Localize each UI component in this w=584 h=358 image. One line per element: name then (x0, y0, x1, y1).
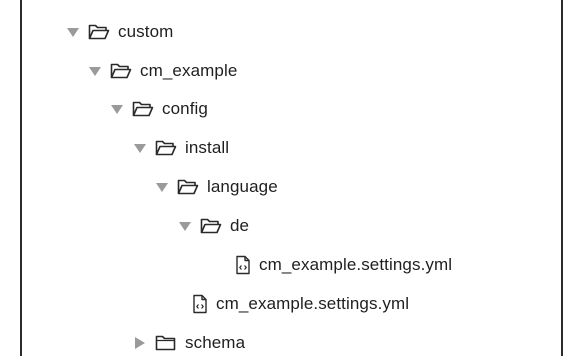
tree-item-label: install (185, 138, 230, 157)
tree-item-label: cm_example.settings.yml (259, 255, 453, 274)
disclosure-down-icon[interactable] (110, 102, 124, 116)
code-file-icon (235, 255, 251, 275)
folder-open-icon (88, 23, 110, 41)
tree-item-label: de (230, 216, 250, 235)
folder-open-icon (110, 62, 132, 80)
tree-item-config[interactable]: config (110, 94, 208, 124)
tree-item-label: custom (118, 22, 174, 41)
tree-item-cm-example[interactable]: cm_example (88, 56, 237, 86)
folder-open-icon (177, 178, 199, 196)
tree-item-label: language (207, 177, 278, 196)
file-tree-panel: custom cm_example config install languag… (20, 0, 563, 356)
tree-item-label: config (162, 99, 208, 118)
tree-item-install[interactable]: install (133, 133, 229, 163)
tree-item-label: cm_example.settings.yml (216, 294, 410, 313)
tree-item-label: schema (185, 333, 246, 352)
folder-open-icon (155, 139, 177, 157)
disclosure-down-icon[interactable] (88, 64, 102, 78)
tree-item-schema[interactable]: schema (133, 328, 245, 358)
folder-closed-icon (155, 334, 177, 352)
disclosure-right-icon[interactable] (133, 336, 147, 350)
folder-open-icon (200, 217, 222, 235)
disclosure-down-icon[interactable] (155, 180, 169, 194)
tree-item-file-de-settings[interactable]: cm_example.settings.yml (235, 250, 452, 280)
tree-item-de[interactable]: de (178, 211, 249, 241)
disclosure-down-icon[interactable] (178, 219, 192, 233)
tree-item-label: cm_example (140, 61, 238, 80)
disclosure-down-icon[interactable] (133, 141, 147, 155)
tree-item-file-install-settings[interactable]: cm_example.settings.yml (192, 289, 409, 319)
tree-item-custom[interactable]: custom (66, 17, 173, 47)
folder-open-icon (132, 100, 154, 118)
disclosure-down-icon[interactable] (66, 25, 80, 39)
tree-item-language[interactable]: language (155, 172, 278, 202)
code-file-icon (192, 294, 208, 314)
